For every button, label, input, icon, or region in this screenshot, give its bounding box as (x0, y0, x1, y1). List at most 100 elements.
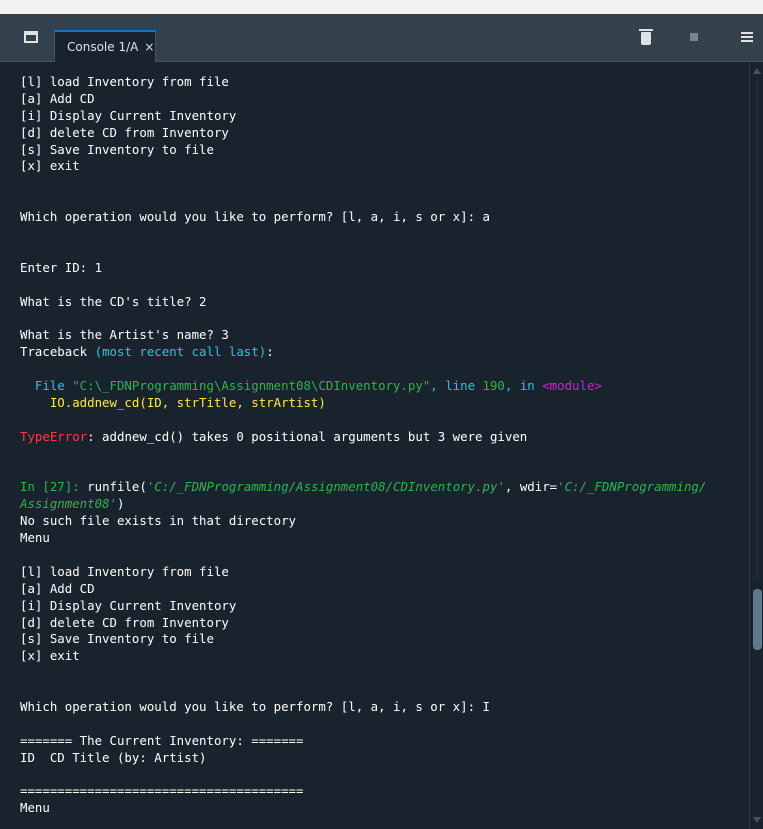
console-text: : (266, 344, 274, 360)
console-text: Menu (20, 530, 50, 546)
console-text: IO.addnew_cd(ID, strTitle, strArtist) (20, 394, 326, 410)
console-text: Which operation would you like to perfor… (20, 209, 490, 225)
pane-window-icon[interactable] (24, 31, 38, 43)
console-line: No such file exists in that directory (20, 513, 749, 530)
console-text: File (20, 378, 73, 394)
console-line: [x] exit (20, 158, 749, 175)
console-text: , in (504, 378, 543, 394)
scroll-down-arrow-icon[interactable] (753, 817, 761, 823)
console-line: [l] load Inventory from file (20, 74, 749, 91)
console-text: ]: (64, 479, 88, 495)
console-text: What is the CD's title? 2 (20, 293, 207, 309)
console-line: What is the CD's title? 2 (20, 294, 749, 311)
console-text: [l] load Inventory from file (20, 563, 229, 579)
console-text: No such file exists in that directory (20, 513, 297, 529)
console-text: ID CD Title (by: Artist) (20, 749, 207, 765)
console-text: Menu (20, 800, 50, 816)
trash-icon (639, 28, 653, 45)
console-text: (most recent call last) (94, 344, 267, 360)
console-line: ====================================== (20, 783, 749, 800)
console-line: ======= The Current Inventory: ======= (20, 733, 749, 750)
console-pane: Console 1/A × [l] load Inventory from fi… (0, 14, 763, 829)
console-line: Assignment08') (20, 496, 749, 513)
console-line: [s] Save Inventory to file (20, 142, 749, 159)
stop-icon (690, 33, 698, 41)
console-text: Which operation would you like to perfor… (20, 698, 490, 714)
console-text: Enter ID: 1 (20, 259, 103, 275)
console-text: [s] Save Inventory to file (20, 631, 214, 647)
console-text: [l] load Inventory from file (20, 74, 229, 89)
console-text: What is the Artist's name? 3 (20, 327, 229, 343)
hamburger-menu-icon (741, 32, 753, 42)
console-text: Traceback (20, 344, 95, 360)
console-text: [x] exit (20, 158, 80, 174)
console-text: 190 (482, 378, 505, 394)
console-line: [a] Add CD (20, 91, 749, 108)
console-line: TypeError: addnew_cd() takes 0 positiona… (20, 429, 749, 446)
console-text: [s] Save Inventory to file (20, 141, 214, 157)
console-line: [d] delete CD from Inventory (20, 615, 749, 632)
scroll-thumb[interactable] (753, 589, 762, 650)
options-menu-button[interactable] (737, 27, 757, 47)
tab-label: Console 1/A (67, 40, 139, 54)
console-text: [i] Display Current Inventory (20, 107, 237, 123)
console-text: [d] delete CD from Inventory (20, 124, 229, 140)
console-line: Traceback (most recent call last): (20, 344, 749, 361)
console-line: Menu (20, 530, 749, 547)
console-text: [d] delete CD from Inventory (20, 614, 229, 630)
console-text: , line (430, 378, 483, 394)
console-line: What is the Artist's name? 3 (20, 327, 749, 344)
console-line: In [27]: runfile('C:/_FDNProgramming/Ass… (20, 479, 749, 496)
console-text: <module> (542, 378, 602, 394)
console-text: : addnew_cd() takes 0 positional argumen… (87, 428, 528, 444)
close-icon[interactable]: × (144, 40, 154, 54)
console-text: [i] Display Current Inventory (20, 597, 237, 613)
console-text: Assignment08' (20, 496, 117, 512)
console-text: In [ (20, 479, 50, 495)
console-output[interactable]: [l] load Inventory from file [a] Add CD [i… (0, 62, 749, 829)
stop-button[interactable] (684, 27, 704, 47)
console-line: ID CD Title (by: Artist) (20, 750, 749, 767)
scroll-track[interactable] (757, 80, 758, 580)
console-text: ======= The Current Inventory: ======= (20, 732, 304, 748)
vertical-scrollbar[interactable] (749, 62, 763, 829)
console-text: [a] Add CD (20, 580, 95, 596)
console-line: Which operation would you like to perfor… (20, 209, 749, 226)
window-top-strip (0, 0, 763, 14)
console-line: [i] Display Current Inventory (20, 108, 749, 125)
console-line: Menu (20, 800, 749, 817)
console-line: File "C:\_FDNProgramming\Assignment08\CD… (20, 378, 749, 395)
console-line: Which operation would you like to perfor… (20, 699, 749, 716)
console-text: [x] exit (20, 648, 80, 664)
console-text: TypeError (20, 428, 88, 444)
console-text: runfile( (87, 479, 147, 495)
clear-console-button[interactable] (636, 27, 656, 47)
console-line: [a] Add CD (20, 581, 749, 598)
console-text: 'C:/_FDNProgramming/ (557, 479, 707, 495)
console-text: ) (116, 496, 125, 512)
console-text: 27 (49, 479, 65, 495)
console-text: [a] Add CD (20, 90, 95, 106)
console-line: [s] Save Inventory to file (20, 631, 749, 648)
scroll-up-arrow-icon[interactable] (753, 68, 761, 74)
console-text: , wdir= (504, 479, 558, 495)
console-line: [i] Display Current Inventory (20, 598, 749, 615)
console-text: "C:\_FDNProgramming\Assignment08\CDInven… (72, 378, 431, 394)
tab-console-1a[interactable]: Console 1/A × (54, 30, 156, 62)
console-line: [d] delete CD from Inventory (20, 125, 749, 142)
